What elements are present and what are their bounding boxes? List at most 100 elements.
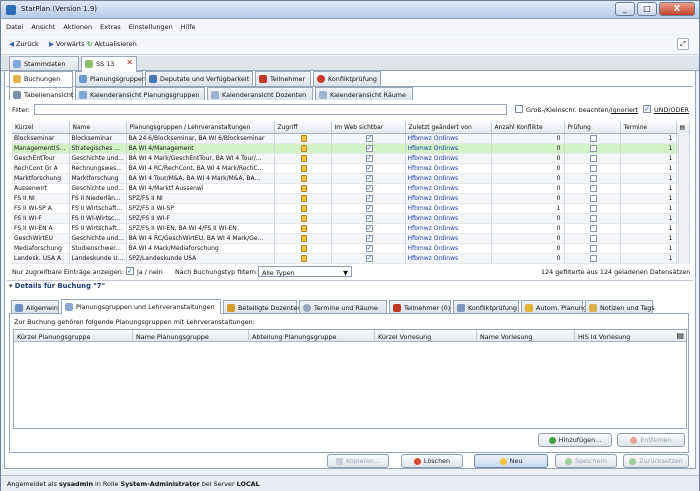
table-row[interactable]: Aussenwirt Geschichte und... BA WI 4/Markt…	[12, 183, 690, 194]
table-row[interactable]: FS II NI FS II Niederlän... SPZ/FS II NI ✓ H…	[12, 193, 690, 204]
web-visible-checkbox[interactable]: ✓	[365, 204, 373, 212]
col-zugriff[interactable]: Zugriff	[274, 122, 332, 134]
web-visible-checkbox[interactable]: ✓	[365, 144, 373, 152]
tab-stammdaten[interactable]: Stammdaten	[9, 56, 79, 71]
table-row[interactable]: Blockseminar Blockseminar BA 24 6/Blocksem…	[12, 133, 690, 144]
refresh-button[interactable]: ↻ Aktualisieren	[87, 40, 137, 48]
web-visible-checkbox[interactable]: ✓	[365, 164, 373, 172]
table-row[interactable]: Mediaforschung Studienschwer... BA WI 4 Ma…	[12, 243, 690, 254]
maximize-button[interactable]: □	[637, 2, 657, 16]
pruefung-checkbox[interactable]	[589, 164, 597, 172]
pruefung-checkbox[interactable]	[589, 214, 597, 222]
close-tab-icon[interactable]: ✕	[126, 58, 133, 67]
col-web[interactable]: Im Web sichtbar	[331, 122, 406, 134]
pruefung-checkbox[interactable]	[589, 134, 597, 142]
table-row[interactable]: GeschWirtEU Geschichte und... BA WI 4 RC/G…	[12, 233, 690, 244]
col-planungsgruppen[interactable]: Planungsgruppen / Lehrveranstaltungen	[126, 122, 275, 134]
back-button[interactable]: ◀ Zurück	[9, 40, 39, 48]
delete-button[interactable]: Löschen	[401, 454, 463, 468]
save-button[interactable]: Speichern	[555, 454, 617, 468]
pruefung-checkbox[interactable]	[589, 254, 597, 262]
new-button[interactable]: Neu	[474, 454, 548, 468]
dcol-kuerzel-vl[interactable]: Kürzel Vorlesung	[378, 333, 431, 341]
pruefung-checkbox[interactable]	[589, 144, 597, 152]
web-visible-checkbox[interactable]: ✓	[365, 184, 373, 192]
pruefung-checkbox[interactable]	[589, 234, 597, 242]
column-chooser-icon[interactable]: ▤	[676, 122, 690, 134]
dcol-kuerzel-pg[interactable]: Kürzel Planungsgruppe	[17, 333, 91, 341]
dcol-name-pg[interactable]: Name Planungsgruppe	[136, 333, 209, 341]
menu-aktionen[interactable]: Aktionen	[58, 20, 95, 31]
remove-button[interactable]: Entfernen	[617, 433, 685, 447]
pruefung-checkbox[interactable]	[589, 194, 597, 202]
tab-teilnehmer[interactable]: Teilnehmer	[255, 71, 311, 86]
copy-button[interactable]: Kopieren...	[327, 454, 389, 468]
table-row[interactable]: Landesk. USA A Landeskunde U... SPZ/Landes…	[12, 253, 690, 264]
menu-extras[interactable]: Extras	[95, 20, 124, 31]
table-row[interactable]: Marktforschung Marktforschung BA WI 4 Tour…	[12, 173, 690, 184]
tab-notizen-tags[interactable]: Notizen und Tags	[585, 300, 655, 313]
pruefung-checkbox[interactable]	[589, 224, 597, 232]
tab-autom-planung[interactable]: Autom. Planung	[521, 300, 587, 313]
table-row[interactable]: FS II WI-F FS II WI-Wirtsc... SPZ/FS II WI…	[12, 213, 690, 224]
menu-datei[interactable]: Datei	[1, 20, 26, 31]
tab-dozenten[interactable]: Beteiligte Dozenten	[223, 300, 301, 313]
tab-konfliktpruefung[interactable]: Konfliktprüfung	[313, 71, 381, 86]
pruefung-checkbox[interactable]	[589, 204, 597, 212]
type-filter-select[interactable]: Alle Typen ▼	[258, 266, 352, 277]
tab-planungsgruppen[interactable]: Planungsgruppen	[75, 71, 146, 86]
col-termine[interactable]: Termine	[620, 122, 677, 134]
menu-einstellungen[interactable]: Einstellungen	[124, 20, 176, 31]
dcol-his-id[interactable]: HIS Id Vorlesung	[578, 333, 630, 341]
only-access-checkbox[interactable]: ✓	[126, 267, 134, 275]
col-geaendert[interactable]: Zuletzt geändert von	[405, 122, 492, 134]
pruefung-checkbox[interactable]	[589, 184, 597, 192]
pruefung-checkbox[interactable]	[589, 154, 597, 162]
add-button[interactable]: Hinzufügen...	[538, 433, 612, 447]
web-visible-checkbox[interactable]: ✓	[365, 254, 373, 262]
fullscreen-icon[interactable]: ⤢	[677, 38, 689, 50]
col-kuerzel[interactable]: Kürzel	[12, 122, 70, 134]
tab-buchungen[interactable]: Buchungen	[9, 71, 73, 87]
close-button[interactable]: X	[659, 2, 695, 16]
dcol-abteilung-pg[interactable]: Abteilung Planungsgruppe	[252, 333, 336, 341]
tab-kalender-raeume[interactable]: Kalenderansicht Räume	[315, 87, 413, 100]
reset-button[interactable]: Zurücksetzen	[623, 454, 689, 468]
web-visible-checkbox[interactable]: ✓	[365, 194, 373, 202]
details-header[interactable]: ▾ Details für Buchung "7"	[9, 282, 105, 290]
tab-teilnehmer-details[interactable]: Teilnehmer (0)	[389, 300, 451, 313]
case-sensitive-checkbox[interactable]	[515, 105, 523, 113]
web-visible-checkbox[interactable]: ✓	[365, 134, 373, 142]
col-pruefung[interactable]: Prüfung	[564, 122, 621, 134]
col-name[interactable]: Name	[69, 122, 127, 134]
filter-input[interactable]	[34, 104, 507, 115]
forward-button[interactable]: ▶ Vorwärts	[49, 40, 85, 48]
and-or-checkbox[interactable]: ✓	[643, 105, 651, 113]
dcol-name-vl[interactable]: Name Vorlesung	[480, 333, 533, 341]
menu-hilfe[interactable]: Hilfe	[176, 20, 199, 31]
tab-konflikt-details[interactable]: Konfliktprüfung	[453, 300, 519, 313]
column-chooser-icon[interactable]: ▤	[676, 331, 684, 340]
table-row[interactable]: FS II WI-EN A FS II Wirtschaft... SPZ/FS I…	[12, 223, 690, 234]
table-row[interactable]: FS II WI-SP A FS II Wirtschaft... SPZ/FS I…	[12, 203, 690, 214]
table-row[interactable]: GeschEntTour Geschichte und... BA WI 4 Mar…	[12, 153, 690, 164]
tab-termine-raeume[interactable]: Termine und Räume	[299, 300, 387, 313]
web-visible-checkbox[interactable]: ✓	[365, 174, 373, 182]
tab-planungsgruppen-lv[interactable]: Planungsgruppen und Lehrveranstaltungen	[61, 299, 221, 314]
table-row[interactable]: Management(S... Strategisches ... BA WI 4/…	[12, 143, 690, 154]
menu-ansicht[interactable]: Ansicht	[26, 20, 58, 31]
tab-allgemein[interactable]: Allgemein	[11, 300, 59, 313]
pruefung-checkbox[interactable]	[589, 244, 597, 252]
web-visible-checkbox[interactable]: ✓	[365, 234, 373, 242]
tab-tabellenansicht[interactable]: Tabellenansicht	[9, 87, 73, 100]
web-visible-checkbox[interactable]: ✓	[365, 224, 373, 232]
table-row[interactable]: RechCont Gr A Rechnungswes... BA WI 4 RC/R…	[12, 163, 690, 174]
pruefung-checkbox[interactable]	[589, 174, 597, 182]
web-visible-checkbox[interactable]: ✓	[365, 244, 373, 252]
col-konflikte[interactable]: Anzahl Konflikte	[491, 122, 565, 134]
table-scrollbar[interactable]	[678, 133, 689, 264]
web-visible-checkbox[interactable]: ✓	[365, 214, 373, 222]
web-visible-checkbox[interactable]: ✓	[365, 154, 373, 162]
tab-kalender-dozenten[interactable]: Kalenderansicht Dozenten	[207, 87, 313, 100]
tab-ss13[interactable]: SS 13 ✕	[81, 56, 137, 72]
